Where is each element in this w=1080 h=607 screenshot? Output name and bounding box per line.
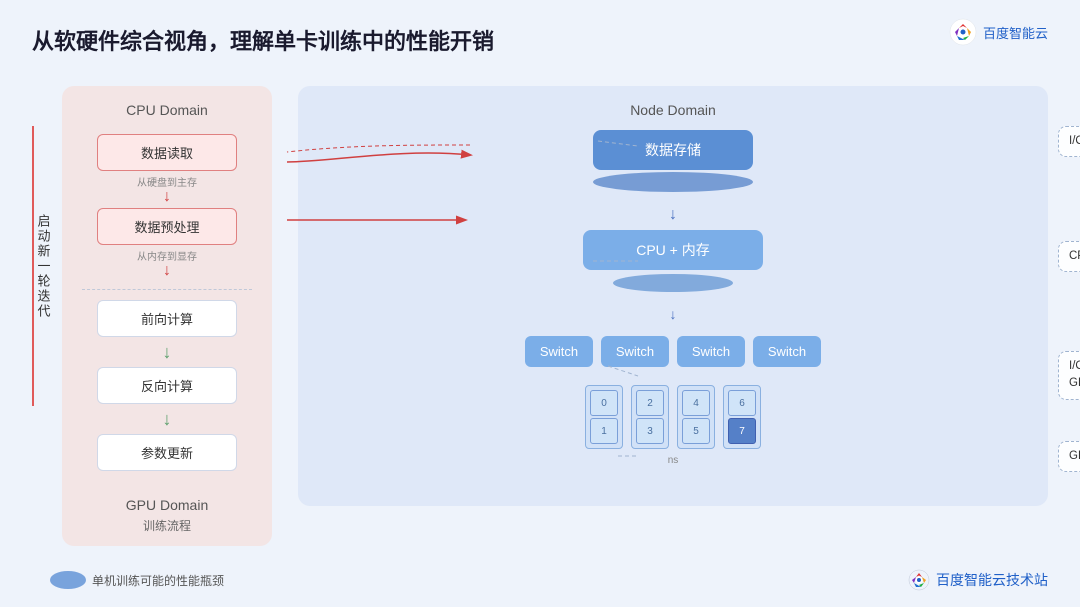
storage-ellipse: [593, 172, 753, 192]
data-preprocess-box: 数据预处理: [97, 208, 237, 245]
gpu-group-45: 4 5: [677, 385, 715, 449]
gpu-chip-5: 5: [682, 418, 710, 444]
param-update-box: 参数更新: [97, 434, 237, 471]
gpu-group-23: 2 3: [631, 385, 669, 449]
gpu-chip-0: 0: [590, 390, 618, 416]
gpu-chip-7: 7: [728, 418, 756, 444]
arrow-storage-cpu: ↓: [669, 206, 677, 224]
switch-box-2: Switch: [677, 336, 745, 367]
storage-box: 数据存储: [593, 130, 753, 170]
page-title: 从软硬件综合视角，理解单卡训练中的性能开销: [32, 24, 1048, 56]
cpu-domain-label: CPU Domain: [82, 102, 252, 118]
gpu-chip-6: 6: [728, 390, 756, 416]
gpu-chip-4: 4: [682, 390, 710, 416]
baidu-logo-icon: [949, 18, 977, 46]
footer: 单机训练可能的性能瓶颈 百度智能云技术站: [32, 569, 1048, 591]
mem-to-vram-label: 从内存到显存: [137, 248, 197, 263]
legend-text: 单机训练可能的性能瓶颈: [92, 572, 224, 589]
ns-label: ns: [668, 455, 679, 466]
switch-box-3: Switch: [753, 336, 821, 367]
gpu-pair-67: 6 7: [723, 385, 761, 449]
gpu-domain-label: GPU Domain: [62, 497, 272, 513]
footer-logo-icon: [908, 569, 930, 591]
gpu-chip-3: 3: [636, 418, 664, 444]
io-gpu-copy-annotation: I/O 开销，CPU- GPU 之间拷贝: [1058, 351, 1080, 400]
logo-text: 百度智能云: [983, 23, 1048, 42]
footer-legend: 单机训练可能的性能瓶颈: [32, 571, 224, 589]
backward-compute-box: 反向计算: [97, 367, 237, 404]
training-flow-label: 训练流程: [62, 517, 272, 534]
switch-box-1: Switch: [601, 336, 669, 367]
legend-item-bottleneck: 单机训练可能的性能瓶颈: [50, 571, 224, 589]
gpu-chip-1: 1: [590, 418, 618, 444]
node-center: 数据存储 ↓ CPU + 内存 ↓ Switch Switch Switch S…: [314, 130, 1032, 466]
switch-row: Switch Switch Switch Switch: [525, 336, 821, 367]
gpu-pair-23: 2 3: [631, 385, 669, 449]
cpu-ellipse: [613, 274, 733, 292]
cpu-domain: CPU Domain 数据读取 从硬盘到主存 ↓ 数据预处理 从内存到显存 ↓ …: [62, 86, 272, 546]
cpu-mem-box: CPU + 内存: [583, 230, 763, 270]
gpu-group-01: 0 1: [585, 385, 623, 449]
footer-brand-text: 百度智能云技术站: [936, 570, 1048, 590]
gpu-chip-2: 2: [636, 390, 664, 416]
iteration-label: 启动新一轮迭代: [32, 126, 52, 406]
switch-box-0: Switch: [525, 336, 593, 367]
arrow-down-1: ↓: [163, 189, 171, 205]
gpu-group-67: 6 7: [723, 385, 761, 449]
disk-to-mem-label: 从硬盘到主存: [137, 174, 197, 189]
io-storage-annotation: I/O 开销，从存储读: [1058, 126, 1080, 157]
arrow-cpu-switch: ↓: [670, 306, 677, 322]
node-domain-label: Node Domain: [314, 102, 1032, 118]
arrow-green-2: ↓: [82, 410, 252, 430]
legend-ellipse: [50, 571, 86, 589]
forward-compute-box: 前向计算: [97, 300, 237, 337]
footer-brand: 百度智能云技术站: [908, 569, 1048, 591]
cpu-preprocess-annotation: CPU 数据预处理开销: [1058, 241, 1080, 272]
main-container: 从软硬件综合视角，理解单卡训练中的性能开销 百度智能云 启动新一轮迭代 CPU …: [0, 0, 1080, 607]
gpu-pair-01: 0 1: [585, 385, 623, 449]
gpu-compute-annotation: GPU 计算和显存开销: [1058, 441, 1080, 472]
logo-area: 百度智能云: [949, 18, 1048, 46]
arrow-down-2: ↓: [163, 263, 171, 279]
arrow-green-1: ↓: [82, 343, 252, 363]
gpu-pair-45: 4 5: [677, 385, 715, 449]
data-read-box: 数据读取: [97, 134, 237, 171]
node-domain: Node Domain 数据存储 ↓ CPU + 内存 ↓ Switch Swi…: [298, 86, 1048, 506]
gpu-grid: 0 1 2 3 4 5: [585, 385, 761, 449]
